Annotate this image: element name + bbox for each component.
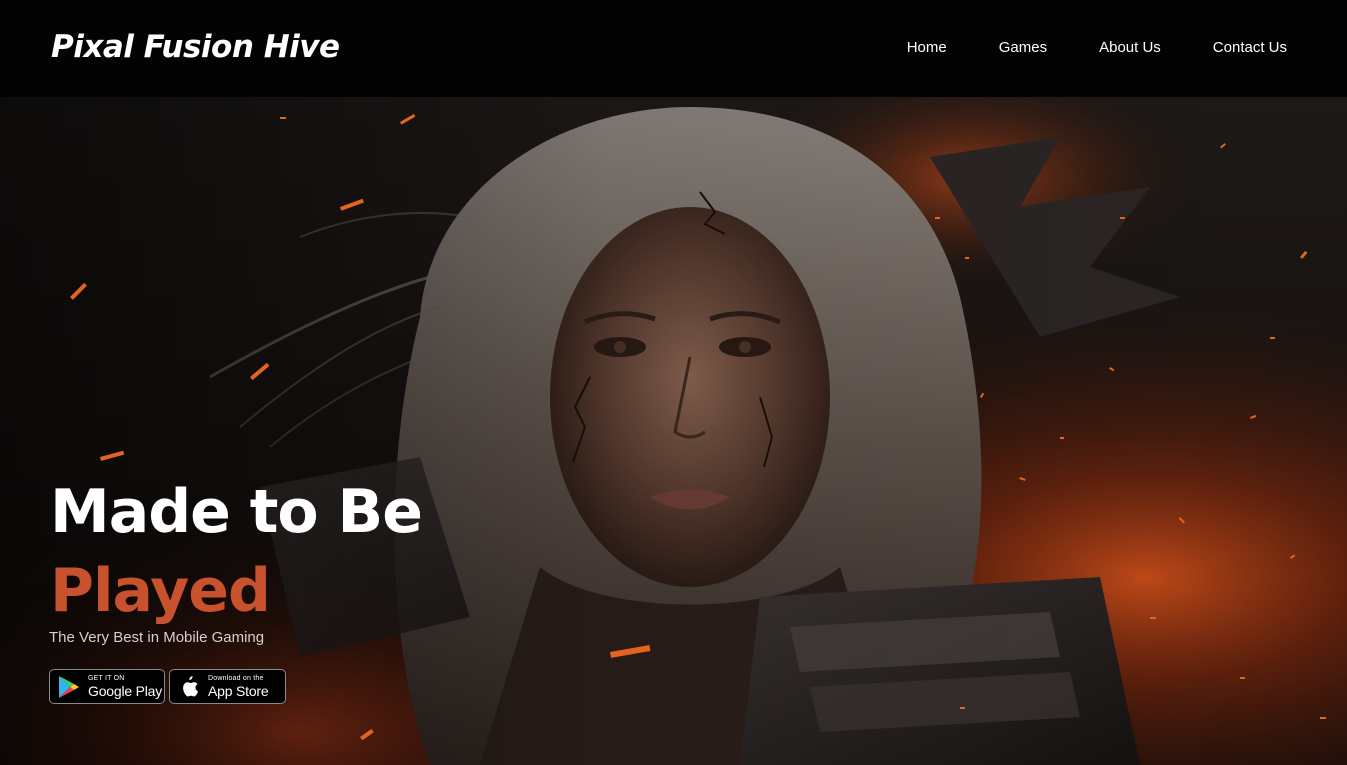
store-buttons: GET IT ON Google Play Download on the Ap… xyxy=(49,669,286,704)
site-logo[interactable]: Pixal Fusion Hive xyxy=(51,27,340,67)
hero-background-image xyxy=(0,97,1347,765)
nav-link-games[interactable]: Games xyxy=(999,38,1047,58)
app-store-small-label: Download on the xyxy=(208,675,264,682)
nav-link-home[interactable]: Home xyxy=(907,38,947,58)
app-store-text: Download on the App Store xyxy=(208,675,269,699)
main-nav: Home Games About Us Contact Us xyxy=(855,38,1287,58)
page: Pixal Fusion Hive Home Games About Us Co… xyxy=(0,0,1347,765)
google-play-text: GET IT ON Google Play xyxy=(88,675,162,698)
navbar: Pixal Fusion Hive Home Games About Us Co… xyxy=(0,0,1347,97)
hero-section: Made to Be Played The Very Best in Mobil… xyxy=(0,97,1347,765)
hero-subtitle: The Very Best in Mobile Gaming xyxy=(49,629,265,646)
google-play-icon xyxy=(56,674,82,700)
apple-icon xyxy=(176,674,202,700)
nav-link-about-us[interactable]: About Us xyxy=(1099,38,1161,58)
nav-link-contact-us[interactable]: Contact Us xyxy=(1213,38,1287,58)
google-play-small-label: GET IT ON xyxy=(88,675,125,682)
app-store-button[interactable]: Download on the App Store xyxy=(169,669,286,704)
app-store-big-label: App Store xyxy=(208,683,269,699)
google-play-button[interactable]: GET IT ON Google Play xyxy=(49,669,165,704)
google-play-big-label: Google Play xyxy=(88,683,163,699)
hero-title-line1: Made to Be xyxy=(50,477,423,547)
hero-title-line2: Played xyxy=(50,556,271,626)
